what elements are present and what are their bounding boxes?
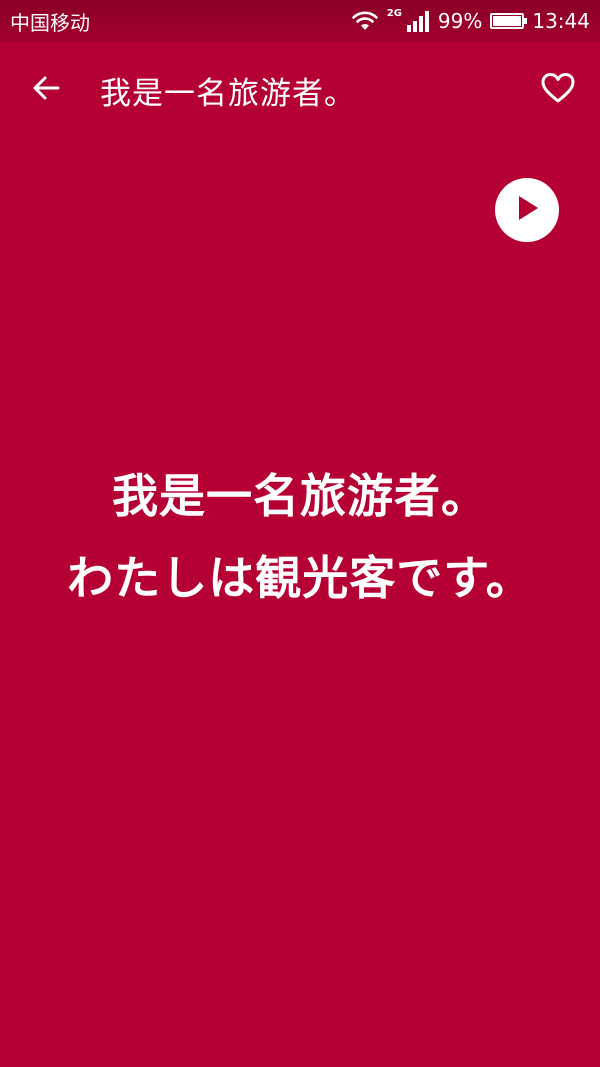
phrase-japanese: わたしは観光客です。 (67, 551, 533, 605)
app-bar: 我是一名旅游者。 (0, 42, 600, 138)
status-right: 2G 99% 13:44 (351, 7, 590, 33)
network-type: 2G (386, 7, 402, 19)
page-title: 我是一名旅游者。 (100, 75, 356, 112)
wifi-icon (351, 10, 379, 32)
phrase-chinese: 我是一名旅游者。 (112, 469, 488, 523)
back-button[interactable] (22, 66, 70, 114)
play-button[interactable] (495, 178, 559, 242)
carrier-name: 中国移动 (10, 10, 90, 35)
heart-outline-icon (540, 72, 576, 108)
arrow-left-icon (31, 73, 61, 107)
battery-icon (490, 13, 528, 29)
clock: 13:44 (532, 9, 590, 33)
phrase-detail-screen: 中国移动 2G 99% 13:44 我是一名旅游者。 我是一名旅游者。 わたしは… (0, 0, 600, 1067)
battery-fill (493, 16, 522, 26)
status-bar: 中国移动 2G 99% 13:44 (0, 0, 600, 42)
play-icon (513, 193, 541, 227)
battery-percent: 99% (437, 9, 483, 33)
favorite-button[interactable] (534, 66, 582, 114)
status-left: 中国移动 (10, 7, 90, 36)
phrase-area: 我是一名旅游者。 わたしは観光客です。 (0, 455, 600, 619)
signal-icon (406, 10, 430, 32)
